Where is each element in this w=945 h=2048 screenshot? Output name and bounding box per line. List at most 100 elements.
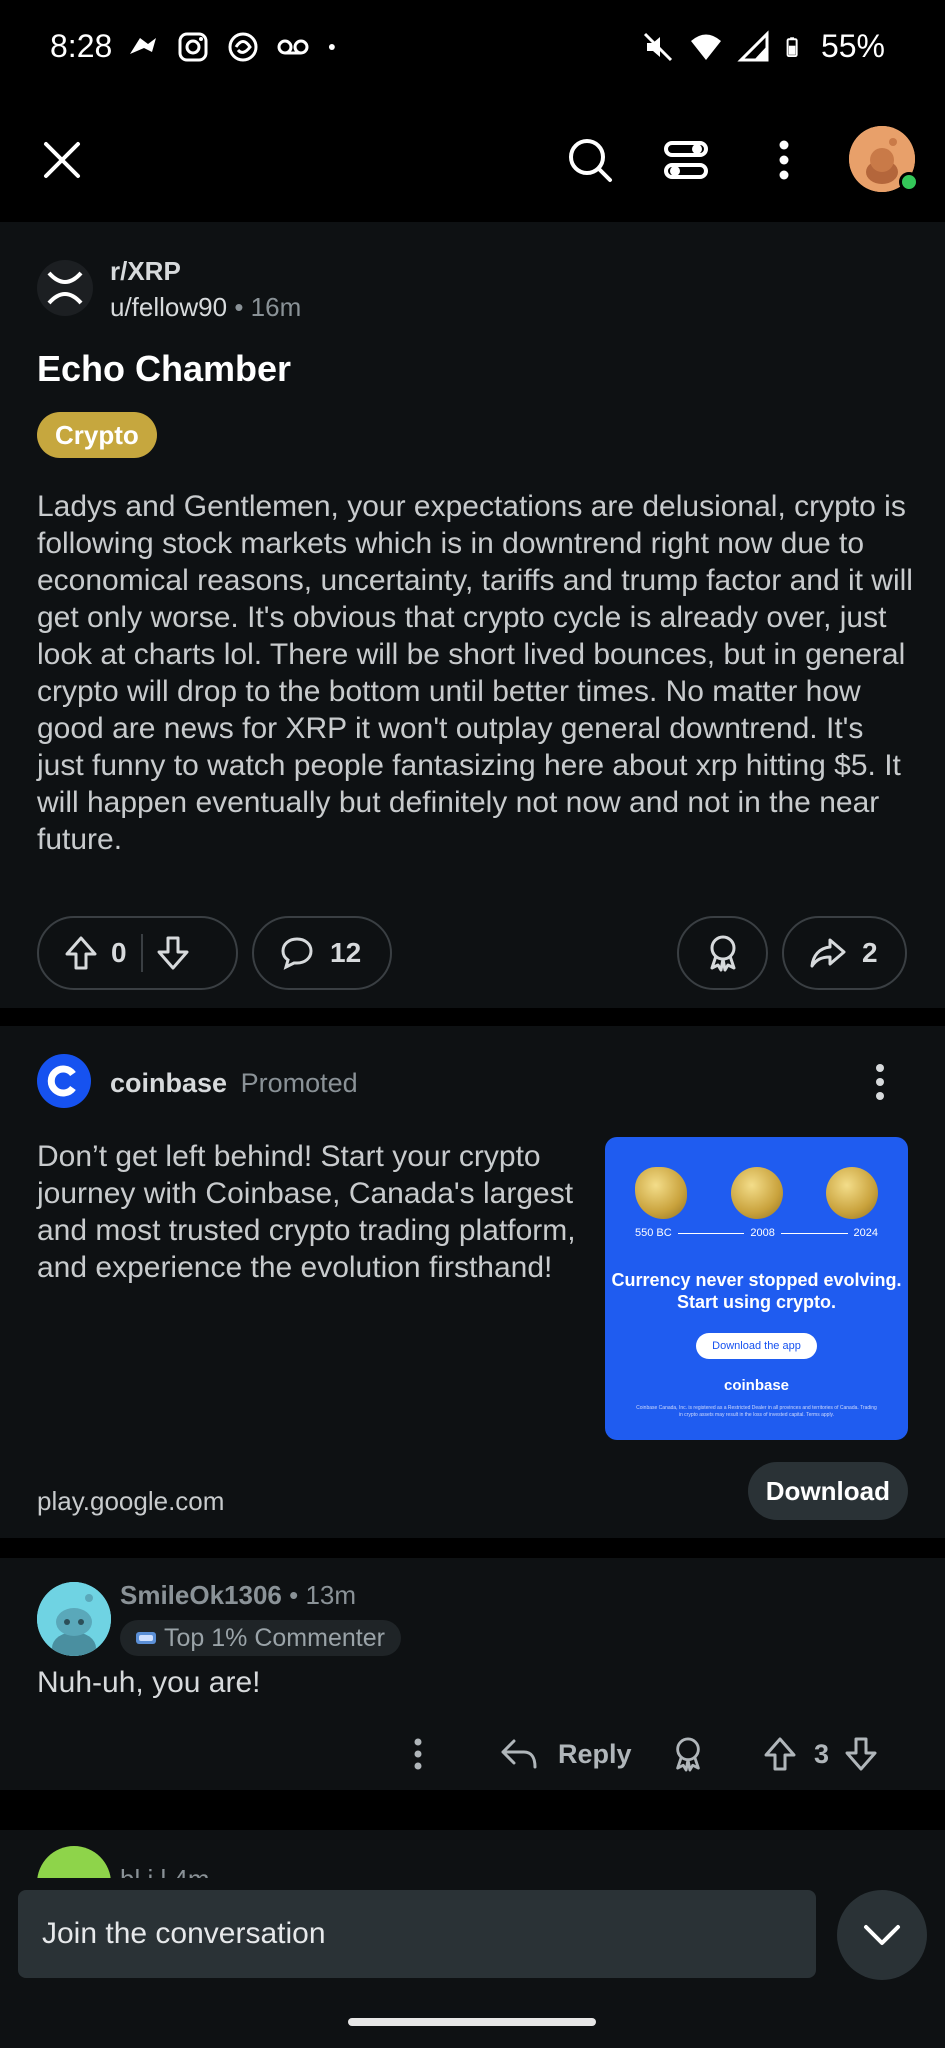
- advertiser-name[interactable]: coinbase: [110, 1068, 227, 1098]
- post-age: 16m: [250, 292, 302, 322]
- comment-vote: 3: [764, 1730, 877, 1778]
- comment-bubble-icon: [281, 937, 313, 970]
- search-icon: [569, 139, 612, 182]
- more-vertical-icon: [414, 1738, 422, 1770]
- year-2: 2008: [750, 1227, 775, 1239]
- comment-vote-count: 3: [814, 1738, 830, 1769]
- dot-icon: [328, 44, 335, 50]
- notification-icons: [126, 30, 346, 64]
- comment-age: 13m: [305, 1580, 357, 1610]
- promoted-text: Don’t get left behind! Start your crypto…: [37, 1140, 576, 1284]
- sort-filter-icon: [664, 141, 708, 179]
- post-meta: u/fellow90 • 16m: [110, 292, 301, 323]
- badge-label: Top 1% Commenter: [164, 1624, 385, 1652]
- comment-meta: SmileOk1306 • 13m: [120, 1580, 356, 1611]
- post-body: Ladys and Gentlemen, your expectations a…: [37, 490, 913, 856]
- timeline-line: [780, 1232, 848, 1234]
- coinbase-logo-icon: [37, 1054, 91, 1108]
- downvote-icon[interactable]: [157, 936, 189, 970]
- swirl-app-icon: [228, 32, 258, 62]
- collapse-button[interactable]: [837, 1890, 927, 1980]
- vote-pill: 0: [37, 916, 238, 990]
- reply-icon: [501, 1739, 537, 1769]
- online-status-dot: [899, 172, 919, 192]
- wifi-icon: [690, 34, 721, 60]
- award-button[interactable]: [677, 916, 768, 990]
- post-author[interactable]: u/fellow90: [110, 292, 227, 322]
- mute-icon: [643, 32, 673, 61]
- subreddit-icon[interactable]: [37, 260, 93, 316]
- year-3: 2024: [853, 1227, 879, 1239]
- download-button[interactable]: Download: [747, 1462, 908, 1520]
- vote-count: 0: [111, 937, 127, 968]
- ancient-coin-icon: [635, 1167, 687, 1219]
- coinbase-c-icon: [47, 1065, 76, 1097]
- post-actions: 0 12 2: [37, 916, 907, 990]
- promoted-url[interactable]: play.google.com: [37, 1486, 224, 1517]
- signal-icon: [737, 29, 769, 61]
- profile-avatar[interactable]: [849, 126, 919, 192]
- join-conversation-input[interactable]: Join the conversation: [18, 1890, 816, 1978]
- share-button[interactable]: 2: [782, 916, 907, 990]
- close-button[interactable]: [30, 128, 94, 192]
- comment-actions: Reply 3: [0, 1724, 945, 1784]
- comment-count: 12: [330, 937, 362, 968]
- year-1: 550 BC: [635, 1227, 672, 1239]
- system-icons: 55%: [641, 28, 885, 65]
- snoo-avatar-icon: [37, 1582, 111, 1656]
- vote-separator: [140, 934, 143, 972]
- promoted-image[interactable]: 550 BC 2008 2024 Currency never stopped …: [605, 1137, 908, 1440]
- chevron-down-icon: [864, 1925, 900, 1945]
- voicemail-icon: [277, 39, 309, 55]
- comment-body: Nuh-uh, you are!: [37, 1666, 261, 1699]
- subreddit-name[interactable]: r/XRP: [110, 256, 181, 287]
- commenter-badge[interactable]: Top 1% Commenter: [120, 1620, 401, 1656]
- advertiser: coinbase Promoted: [110, 1068, 358, 1099]
- reply-button[interactable]: Reply: [500, 1730, 632, 1778]
- share-icon: [810, 938, 846, 968]
- comment: SmileOk1306 • 13m Top 1% Commenter Nuh-u…: [0, 1558, 945, 1790]
- sort-filter-button[interactable]: [654, 128, 718, 192]
- battery-percent: 55%: [820, 28, 885, 64]
- bottom-composer-bar: Join the conversation: [0, 1878, 945, 2048]
- timeline-line: [677, 1232, 745, 1234]
- post: r/XRP u/fellow90 • 16m Echo Chamber Cryp…: [0, 222, 945, 1010]
- comment-more-button[interactable]: [412, 1730, 424, 1778]
- meta-separator: •: [234, 292, 244, 322]
- downvote-icon[interactable]: [845, 1737, 877, 1771]
- comments-button[interactable]: 12: [252, 916, 392, 990]
- top-commenter-icon: [136, 1632, 156, 1644]
- gesture-home-bar[interactable]: [348, 2018, 596, 2026]
- instagram-icon: [178, 32, 208, 62]
- award-icon: [710, 935, 735, 972]
- ad-download-app-button: Download the app: [696, 1333, 817, 1359]
- post-title: Echo Chamber: [37, 348, 292, 389]
- comment-award-button[interactable]: [672, 1730, 704, 1778]
- reddit-alien-icon: [130, 38, 156, 54]
- more-vertical-icon: [779, 140, 789, 180]
- post-flair[interactable]: Crypto: [37, 412, 157, 458]
- meta-separator: •: [289, 1580, 299, 1610]
- section-divider: [0, 1008, 945, 1026]
- battery-icon: [786, 36, 798, 57]
- section-divider: [0, 1538, 945, 1558]
- status-time: 8:28: [50, 28, 113, 64]
- search-button[interactable]: [558, 128, 622, 192]
- close-icon: [44, 142, 80, 178]
- xrp-logo-icon: [47, 271, 83, 305]
- comment-username[interactable]: SmileOk1306: [120, 1580, 282, 1610]
- commenter-avatar[interactable]: [37, 1582, 111, 1656]
- loonie-coin-icon: [731, 1167, 783, 1219]
- more-options-button[interactable]: [752, 128, 816, 192]
- award-icon: [676, 1737, 700, 1772]
- more-vertical-icon[interactable]: [865, 1062, 895, 1102]
- promoted-label: Promoted: [240, 1068, 358, 1098]
- ad-brand: coinbase: [723, 1377, 790, 1394]
- upvote-icon[interactable]: [764, 1737, 796, 1771]
- reply-label: Reply: [558, 1738, 632, 1769]
- status-bar: 8:28 55%: [0, 0, 945, 96]
- ad-fine-print: Coinbase Canada, Inc. is registered as a…: [636, 1405, 877, 1418]
- bitcoin-coin-icon: [826, 1167, 878, 1219]
- promoted-post[interactable]: coinbase Promoted Don’t get left behind!…: [0, 1026, 945, 1538]
- upvote-icon[interactable]: [65, 936, 97, 970]
